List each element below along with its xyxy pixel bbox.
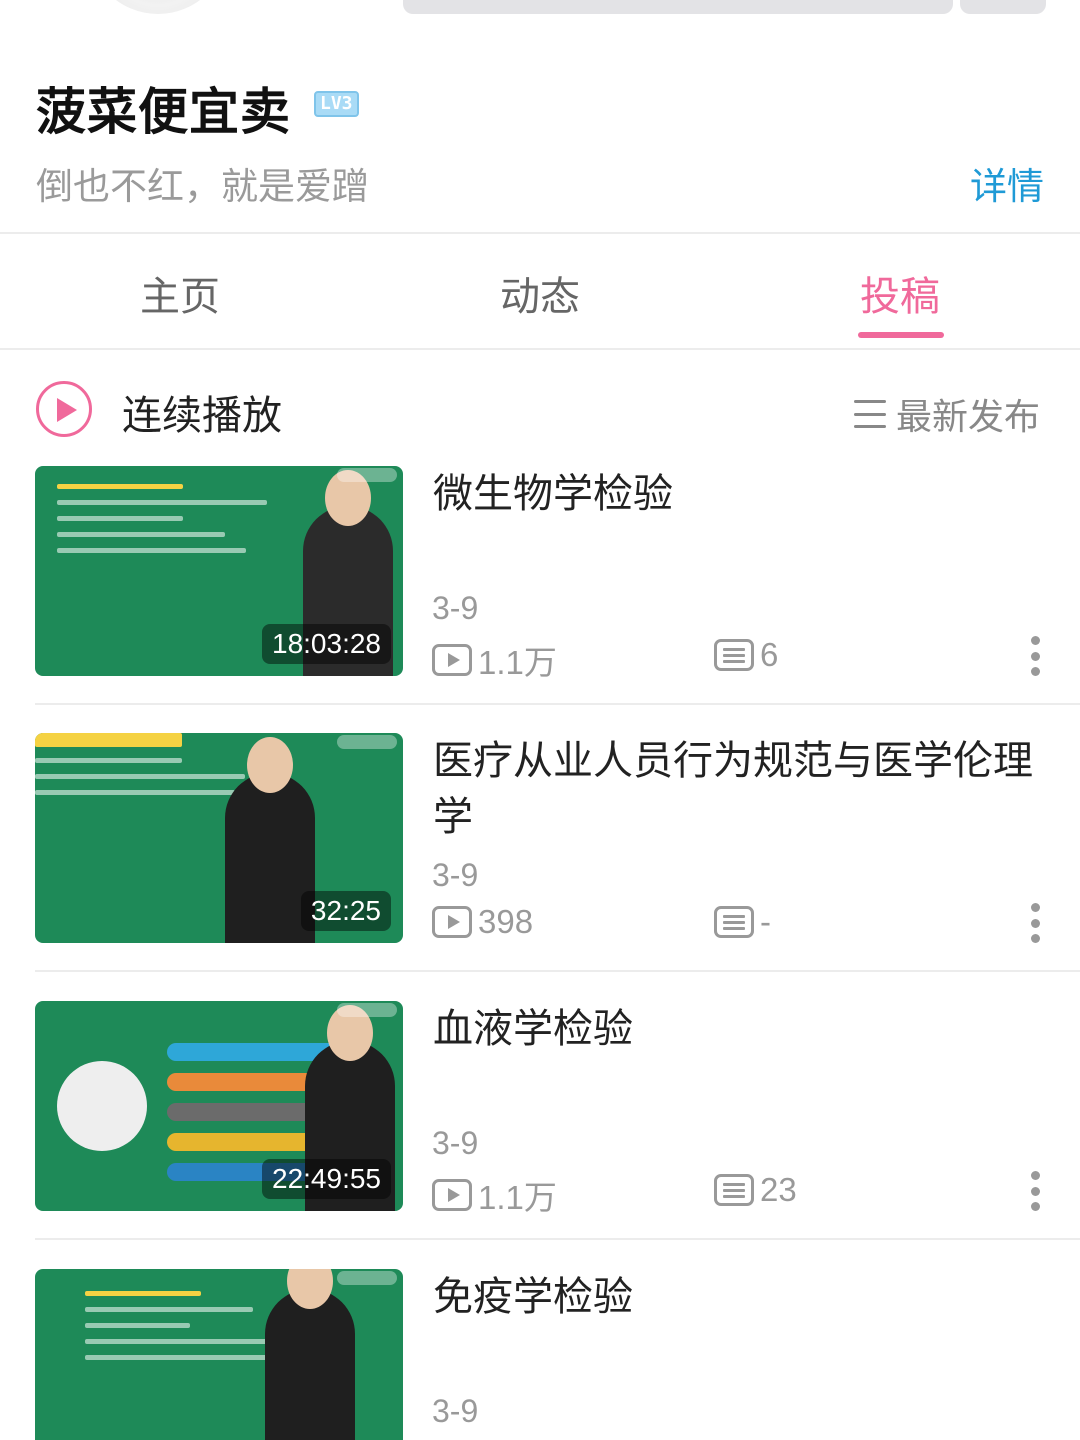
more-vertical-icon[interactable]: [1030, 903, 1040, 943]
list-item[interactable]: 免疫学检验 3-9: [0, 1269, 1080, 1440]
video-date: 3-9: [432, 857, 479, 893]
divider: [35, 703, 1080, 705]
avatar[interactable]: [88, 0, 228, 14]
play-count-icon: [432, 906, 472, 938]
video-duration: 32:25: [300, 891, 391, 931]
video-duration: 22:49:55: [262, 1159, 391, 1199]
video-title[interactable]: 血液学检验: [433, 1001, 1048, 1057]
danmaku-count: -: [714, 903, 771, 941]
autoplay-icon[interactable]: [36, 381, 92, 437]
list-item[interactable]: 18:03:28 微生物学检验 3-9 1.1万 6: [0, 466, 1080, 734]
view-count-value: 398: [478, 903, 534, 940]
divider: [0, 348, 1080, 350]
view-count: 1.1万: [432, 1171, 557, 1219]
more-vertical-icon[interactable]: [1030, 1171, 1040, 1211]
danmaku-icon: [714, 906, 754, 938]
sort-label: 最新发布: [895, 397, 1040, 438]
list-item[interactable]: 22:49:55 血液学检验 3-9 1.1万 23: [0, 1001, 1080, 1269]
video-title[interactable]: 微生物学检验: [433, 466, 1048, 522]
more-vertical-icon[interactable]: [1030, 636, 1040, 676]
video-thumbnail[interactable]: 22:49:55: [35, 1001, 403, 1211]
sort-icon: [853, 400, 886, 428]
profile-tabs: 主页 动态 投稿: [0, 234, 1080, 348]
tab-home[interactable]: 主页: [0, 234, 360, 348]
level-badge: LV3: [314, 91, 359, 117]
details-link[interactable]: 详情: [970, 156, 1044, 210]
danmaku-count-value: -: [760, 903, 771, 940]
view-count: 398: [432, 903, 533, 941]
danmaku-count: 23: [714, 1171, 797, 1209]
video-date: 3-9: [432, 1393, 479, 1429]
video-title[interactable]: 免疫学检验: [433, 1269, 1048, 1325]
video-duration: 18:03:28: [262, 624, 391, 664]
video-date: 3-9: [432, 1125, 479, 1161]
divider: [35, 970, 1080, 972]
danmaku-icon: [714, 1174, 754, 1206]
tab-uploads[interactable]: 投稿: [720, 234, 1080, 348]
video-date: 3-9: [432, 590, 479, 626]
video-title[interactable]: 医疗从业人员行为规范与医学伦理学: [433, 733, 1048, 845]
danmaku-icon: [714, 639, 754, 671]
danmaku-count: 6: [714, 636, 778, 674]
divider: [35, 1238, 1080, 1240]
more-options-button[interactable]: [960, 0, 1046, 14]
sort-dropdown[interactable]: 最新发布: [853, 388, 1040, 440]
follow-button[interactable]: [403, 0, 953, 14]
play-count-icon: [432, 644, 472, 676]
user-signature: 倒也不红，就是爱蹭: [36, 165, 369, 208]
autoplay-label[interactable]: 连续播放: [122, 383, 282, 441]
video-thumbnail[interactable]: [35, 1269, 403, 1440]
video-thumbnail[interactable]: 32:25: [35, 733, 403, 943]
list-item[interactable]: 32:25 医疗从业人员行为规范与医学伦理学 3-9 398 -: [0, 733, 1080, 1001]
username: 菠菜便宜卖: [36, 83, 291, 141]
view-count: 1.1万: [432, 636, 557, 684]
view-count-value: 1.1万: [478, 644, 557, 681]
tab-dynamics[interactable]: 动态: [360, 234, 720, 348]
view-count-value: 1.1万: [478, 1179, 557, 1216]
danmaku-count-value: 23: [760, 1171, 797, 1208]
danmaku-count-value: 6: [760, 636, 779, 673]
video-thumbnail[interactable]: 18:03:28: [35, 466, 403, 676]
play-count-icon: [432, 1179, 472, 1211]
